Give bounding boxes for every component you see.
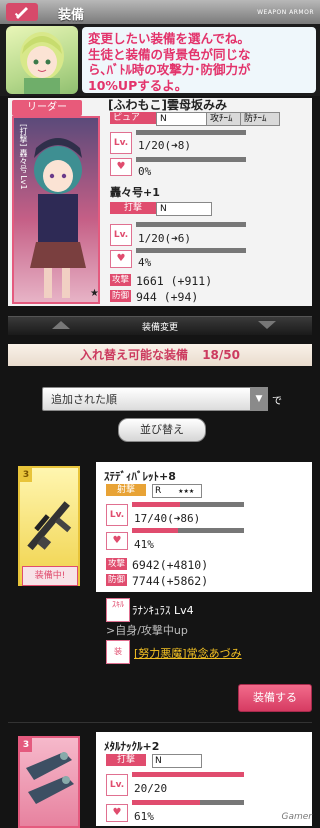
divider — [8, 722, 312, 723]
leader-defense: 944 (+94) — [136, 290, 199, 304]
heart-icon: ♥ — [110, 158, 132, 176]
item-2-affection-fill — [132, 800, 200, 805]
equip-button[interactable]: 装備する — [238, 684, 312, 712]
weapon-affection-bar — [136, 248, 246, 253]
item-2-heart-icon: ♥ — [106, 804, 128, 822]
page-title: 装備 — [58, 8, 85, 23]
item-2-level: 20/20 — [134, 782, 168, 795]
item-2-level-icon: Lv. — [106, 774, 128, 796]
section-count: 18/50 — [202, 348, 240, 362]
affection-bar — [136, 157, 246, 162]
weapon-rank-badge: N — [156, 202, 212, 216]
weapon-icon — [6, 3, 38, 21]
page-subtitle: WEAPON ARMOR — [257, 9, 314, 16]
item-1-skill-name: ﾗﾅﾝｷｭﾗｽ Lv4 — [132, 604, 194, 617]
rank-badge: N — [156, 112, 212, 126]
sort-button[interactable]: 並び替え — [118, 418, 206, 442]
weapon-heart-icon: ♥ — [110, 250, 132, 268]
item-1-equipped-by[interactable]: [努力悪魔]常念あづみ — [134, 645, 242, 661]
item-2-level-fill — [132, 772, 244, 777]
item-1-equip-icon: 装 — [106, 640, 130, 664]
item-1-stars: ★★★ — [178, 488, 195, 495]
item-1-heart-icon: ♥ — [106, 532, 128, 550]
weapon-level: 1/20(➜6) — [138, 232, 191, 245]
sort-order-select[interactable]: 追加された順 — [42, 387, 268, 411]
section-title: 入れ替え可能な装備 — [80, 348, 189, 362]
leader-card-label: [打撃] 轟々号 Lv1 — [19, 124, 28, 190]
leader-level: 1/20(➜8) — [138, 139, 191, 152]
item-1-level-fill — [132, 502, 180, 507]
item-1-level-icon: Lv. — [106, 504, 128, 526]
speech-line-4: 10%UPするよ。 — [88, 77, 188, 93]
type-badge: ピュア — [110, 112, 156, 124]
item-2-rank: N — [152, 754, 202, 768]
leader-attack: 1661 (+911) — [136, 274, 213, 288]
item-1-defense-label: 防御 — [106, 574, 128, 586]
item-1-defense: 7744(+5862) — [132, 574, 209, 588]
equipped-status-badge: 装備中! — [22, 566, 78, 586]
rarity-badge-2: 3 — [20, 738, 32, 752]
item-1-level: 17/40(➜86) — [134, 512, 201, 525]
guide-character-avatar — [6, 26, 78, 94]
weapon-level-icon: Lv. — [110, 224, 132, 246]
item-2-name: ﾒﾀﾙﾅｯｸﾙ+2 — [104, 740, 160, 753]
level-icon: Lv. — [110, 132, 132, 154]
speech-bubble: 変更したい装備を選んでね。 生徒と装備の背景色が同じな ら､ﾊﾞﾄﾙ時の攻撃力･… — [82, 27, 316, 93]
item-1-rank: R ★★★ — [152, 484, 202, 498]
item-1-affection: 41% — [134, 538, 154, 551]
sort-suffix: で — [272, 396, 282, 407]
level-bar — [136, 130, 246, 135]
leader-student-card[interactable]: ★ [打撃] 轟々号 Lv1 — [12, 116, 100, 304]
rarity-badge-1: 3 — [20, 468, 32, 482]
leader-affection: 0% — [138, 165, 152, 178]
item-1-skill-desc: >自身/攻撃中up — [106, 624, 188, 637]
weapon-level-bar — [136, 222, 246, 227]
scroll-down-arrow-icon[interactable] — [258, 321, 276, 329]
swappable-equipment-header: 入れ替え可能な装備 18/50 — [8, 344, 312, 366]
item-1-rank-letter: R — [155, 486, 162, 496]
attack-label: 攻撃 — [110, 274, 132, 286]
item-1-attack: 6942(+4810) — [132, 558, 209, 572]
defense-label: 防御 — [110, 290, 132, 302]
item-1-attack-label: 攻撃 — [106, 558, 128, 570]
leader-name: [ふわもこ]雲母坂みみ — [108, 98, 227, 112]
speech-line-3: ら､ﾊﾞﾄﾙ時の攻撃力･防御力が — [88, 62, 251, 77]
speech-line-2: 生徒と装備の背景色が同じな — [88, 46, 251, 62]
item-1-skill-icon: ｽｷﾙ — [106, 598, 130, 622]
weapon-affection: 4% — [138, 256, 152, 269]
dropdown-arrow-icon[interactable]: ▼ — [250, 387, 268, 411]
leader-weapon-name: 轟々号+1 — [110, 186, 160, 199]
leader-tag: リーダー — [12, 100, 82, 116]
item-2-affection: 61% — [134, 810, 154, 823]
item-2-type: 打撃 — [106, 754, 146, 766]
speech-line-1: 変更したい装備を選んでね。 — [88, 31, 250, 46]
svg-text:★: ★ — [90, 288, 98, 299]
equipment-change-bar: 装備変更 — [8, 316, 312, 335]
watermark-logo: Gamer — [281, 812, 313, 822]
item-1-type: 射撃 — [106, 484, 146, 496]
header-bar: 装備 WEAPON ARMOR — [0, 0, 320, 25]
weapon-type-badge: 打撃 — [110, 202, 156, 214]
defense-team-badge: 防ﾁｰﾑ — [240, 112, 280, 126]
item-1-affection-fill — [132, 528, 178, 533]
item-1-name: ｽﾃﾃﾞｨﾊﾞﾚｯﾄ+8 — [104, 470, 176, 483]
